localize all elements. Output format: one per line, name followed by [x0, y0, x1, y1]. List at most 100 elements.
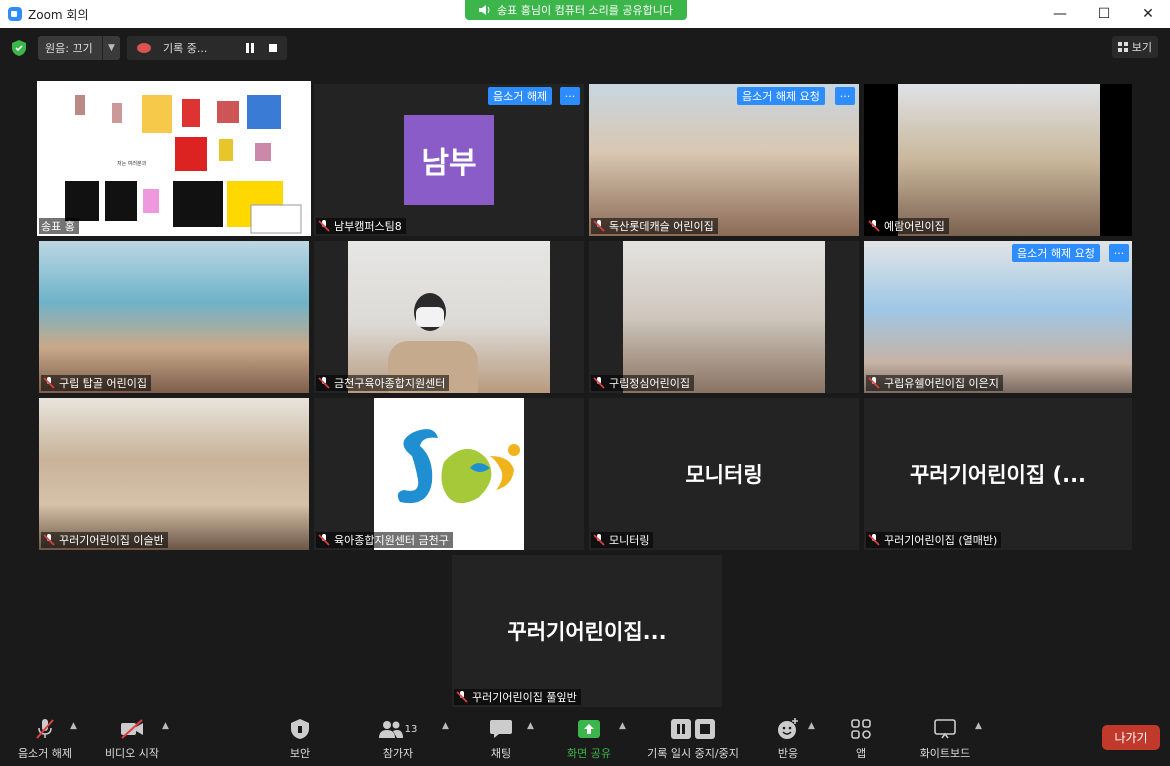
original-sound-label: 원음: 끄기	[45, 42, 93, 55]
maximize-button[interactable]: ☐	[1082, 0, 1126, 28]
chevron-up-icon[interactable]: ▲	[975, 721, 982, 731]
start-video-button[interactable]: 비디오 시작	[100, 717, 164, 763]
recording-cloud-icon	[137, 43, 151, 53]
participant-name: 꾸러기어린이집 풀잎반	[472, 691, 577, 704]
mic-muted-icon	[868, 220, 880, 232]
mic-muted-icon	[318, 377, 330, 389]
original-sound-toggle[interactable]: 원음: 끄기 ▼	[38, 36, 120, 60]
emoji-icon	[778, 718, 798, 739]
participant-name: 꾸러기어린이집 이슬반	[59, 534, 164, 547]
classroom-video	[623, 241, 825, 393]
window-title: Zoom 회의	[28, 8, 89, 22]
participant-display-name: 꾸러기어린이집...	[507, 620, 667, 644]
pause-recording-icon[interactable]	[245, 43, 255, 53]
unmute-request-button[interactable]: 음소거 해제 요청	[737, 87, 825, 105]
participant-name: 구립유쉘어린이집 이은지	[884, 377, 999, 390]
chevron-up-icon[interactable]: ▲	[619, 721, 626, 731]
recording-control-button[interactable]: 기록 일시 중지/중지	[640, 717, 746, 763]
participant-label: 꾸러기어린이집 (열매반)	[866, 532, 1002, 548]
participant-display-name: 꾸러기어린이집 (...	[909, 463, 1087, 487]
chevron-up-icon[interactable]: ▲	[808, 721, 815, 731]
video-tile[interactable]: 육아종합지원센터 금천구	[314, 398, 584, 550]
participant-name: 꾸러기어린이집 (열매반)	[884, 534, 998, 547]
leave-meeting-button[interactable]: 나가기	[1102, 725, 1160, 750]
classroom-video	[589, 84, 859, 236]
participant-count: 13	[404, 723, 418, 735]
security-label: 보안	[289, 747, 311, 760]
more-options-button[interactable]: ···	[1109, 244, 1129, 262]
whiteboard-label: 화이트보드	[919, 747, 971, 760]
chat-bubble-icon	[490, 720, 512, 738]
participant-name: 구립 탑골 어린이집	[59, 377, 147, 390]
microphone-muted-icon	[36, 719, 54, 739]
video-tile[interactable]: 구립정심어린이집	[589, 241, 859, 393]
unmute-request-button[interactable]: 음소거 해제 요청	[1012, 244, 1100, 262]
close-button[interactable]: ✕	[1126, 0, 1170, 28]
encryption-shield-icon[interactable]	[12, 40, 26, 56]
shared-screen-content: 저는 여러분과	[65, 95, 302, 234]
participant-label: 송표 홍	[39, 218, 79, 234]
classroom-video	[39, 241, 309, 393]
participant-name: 독산롯데캐슬 어린이집	[609, 220, 714, 233]
chevron-up-icon[interactable]: ▲	[162, 721, 169, 731]
reactions-button[interactable]: 반응	[772, 717, 804, 763]
speaker-video	[348, 241, 550, 393]
chat-button[interactable]: 채팅	[484, 717, 518, 763]
whiteboard-button[interactable]: 화이트보드	[914, 717, 976, 763]
security-button[interactable]: 보안	[280, 717, 320, 763]
chevron-up-icon[interactable]: ▲	[527, 721, 534, 731]
participant-label: 꾸러기어린이집 이슬반	[41, 532, 168, 548]
participant-label: 금천구육아종합지원센터	[316, 375, 450, 391]
video-tile[interactable]: 구립 탑골 어린이집	[39, 241, 309, 393]
video-tile[interactable]: 남부 음소거 해제 ··· 남부캠퍼스팀8	[314, 84, 584, 236]
more-options-button[interactable]: ···	[835, 87, 855, 105]
video-tile[interactable]: 꾸러기어린이집 (... 꾸러기어린이집 (열매반)	[864, 398, 1132, 550]
view-label: 보기	[1131, 41, 1152, 54]
participant-label: 모니터링	[591, 532, 654, 548]
chevron-up-icon[interactable]: ▲	[442, 721, 449, 731]
participant-name: 구립정심어린이집	[609, 377, 690, 390]
participant-label: 육아종합지원센터 금천구	[316, 532, 453, 548]
video-tile-share[interactable]: 저는 여러분과 송표 홍	[37, 81, 311, 236]
participant-label: 꾸러기어린이집 풀잎반	[454, 689, 581, 705]
video-tile[interactable]: 모니터링 모니터링	[589, 398, 859, 550]
more-options-button[interactable]: ···	[560, 87, 580, 105]
video-tile[interactable]: 꾸러기어린이집... 꾸러기어린이집 풀잎반	[452, 555, 722, 707]
minimize-button[interactable]: —	[1038, 0, 1082, 28]
chat-label: 채팅	[490, 747, 512, 760]
view-button[interactable]: 보기	[1111, 36, 1158, 58]
participants-icon	[378, 721, 403, 738]
chevron-down-icon[interactable]: ▼	[102, 36, 120, 60]
mic-muted-icon	[318, 220, 330, 232]
mute-label: 음소거 해제	[17, 747, 73, 760]
video-tile[interactable]: 예람어린이집	[864, 84, 1132, 236]
share-banner-text: 송표 홍님이 컴퓨터 소리를 공유합니다	[497, 4, 673, 17]
svg-text:저는 여러분과: 저는 여러분과	[117, 160, 147, 167]
mic-muted-icon	[868, 534, 880, 546]
apps-label: 앱	[855, 747, 867, 760]
share-screen-button[interactable]: 화면 공유	[562, 717, 616, 763]
apps-button[interactable]: 앱	[846, 717, 876, 763]
apps-icon	[851, 719, 871, 739]
participant-label: 구립유쉘어린이집 이은지	[866, 375, 1003, 391]
video-tile[interactable]: 음소거 해제 요청 ··· 구립유쉘어린이집 이은지	[864, 241, 1132, 393]
zoom-logo-icon	[8, 7, 22, 21]
video-tile[interactable]: 금천구육아종합지원센터	[314, 241, 584, 393]
grid-icon	[1117, 42, 1128, 52]
stop-recording-icon[interactable]	[269, 44, 277, 52]
video-tile[interactable]: 꾸러기어린이집 이슬반	[39, 398, 309, 550]
mute-button[interactable]: 음소거 해제	[12, 717, 78, 763]
video-tile[interactable]: 음소거 해제 요청 ··· 독산롯데캐슬 어린이집	[589, 84, 859, 236]
meeting-area: 원음: 끄기 ▼ 기록 중... 보기 저는 여러분과 송표 홍 남부 음소거 …	[0, 28, 1170, 711]
classroom-video	[898, 84, 1100, 236]
video-label: 비디오 시작	[104, 747, 160, 760]
unmute-button[interactable]: 음소거 해제	[488, 87, 553, 105]
participant-label: 독산롯데캐슬 어린이집	[591, 218, 718, 234]
participant-name: 금천구육아종합지원센터	[334, 377, 446, 390]
chevron-up-icon[interactable]: ▲	[70, 721, 77, 731]
mic-muted-icon	[868, 377, 880, 389]
whiteboard-icon	[934, 719, 956, 739]
participants-button[interactable]: 13 참가자	[376, 717, 420, 763]
mic-muted-icon	[318, 534, 330, 546]
participant-name: 남부캠퍼스팀8	[334, 220, 402, 233]
